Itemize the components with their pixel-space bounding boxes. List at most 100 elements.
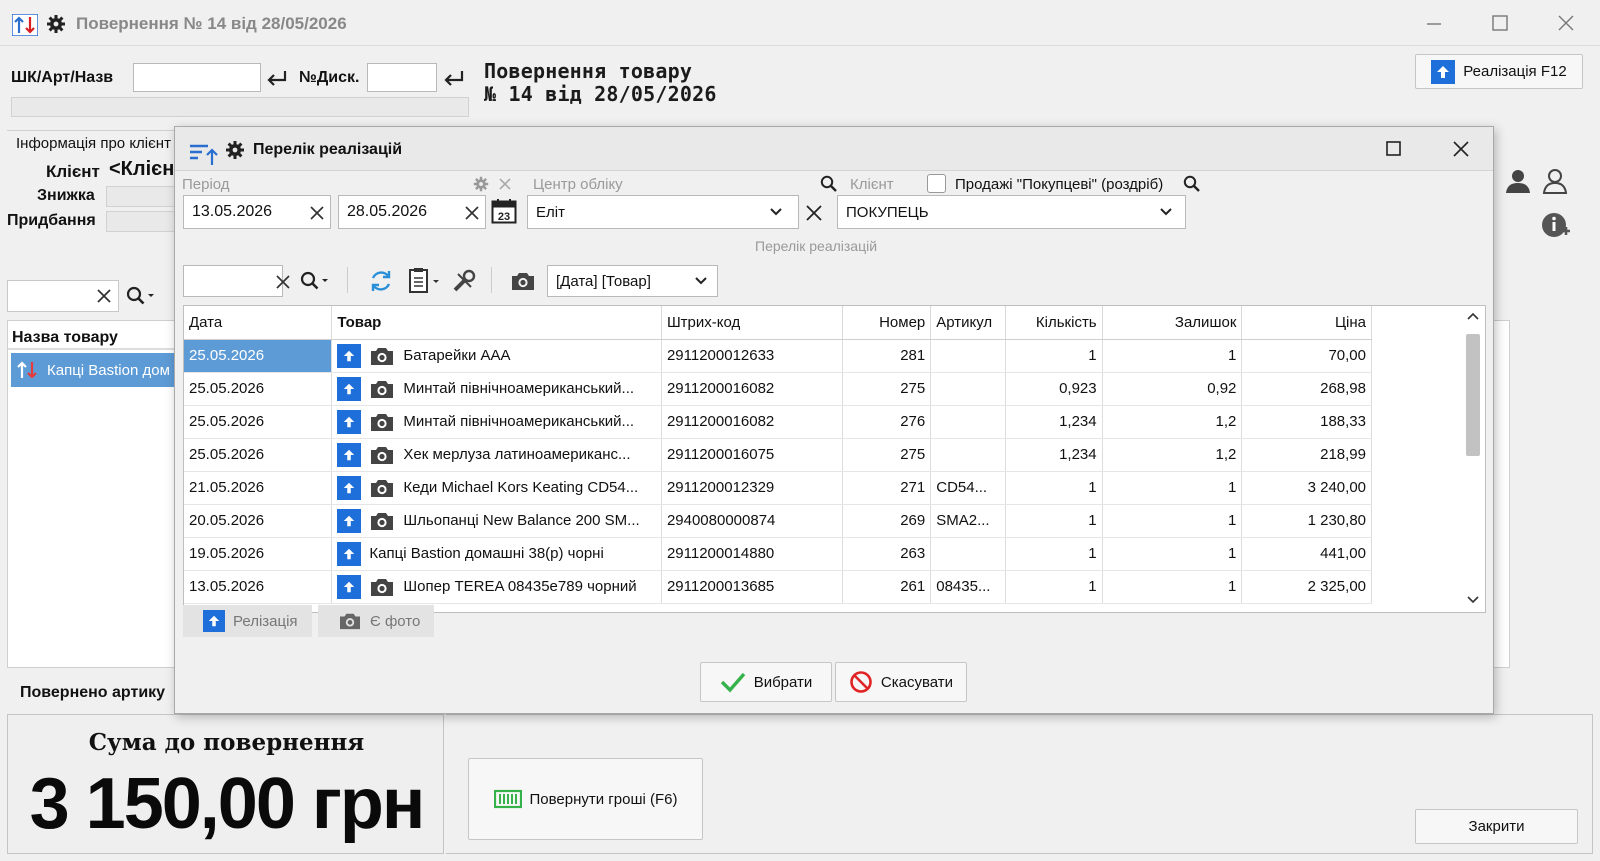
center-clear-icon[interactable] xyxy=(805,204,823,222)
enter-icon[interactable] xyxy=(265,68,289,88)
sort-select[interactable]: [Дата] [Товар] xyxy=(547,265,718,297)
cell-product[interactable]: Кеди Michael Kors Keating CD54... xyxy=(331,471,662,505)
scroll-down-icon[interactable] xyxy=(1467,596,1479,604)
cell-quantity[interactable]: 1,234 xyxy=(1005,405,1103,439)
column-header-quantity[interactable]: Кількість xyxy=(1005,306,1103,340)
cell-rest[interactable]: 1 xyxy=(1102,537,1243,571)
camera-icon[interactable] xyxy=(510,270,536,292)
cell-number[interactable]: 263 xyxy=(842,537,932,571)
clear-icon[interactable] xyxy=(96,288,112,304)
client-search-icon[interactable] xyxy=(1183,175,1201,193)
cell-barcode[interactable]: 2911200016082 xyxy=(661,405,843,439)
date-to-clear-icon[interactable] xyxy=(464,205,480,221)
cell-article[interactable] xyxy=(930,339,1006,373)
cell-date[interactable]: 19.05.2026 xyxy=(184,537,333,571)
column-header-article[interactable]: Артикул xyxy=(930,306,1006,340)
cell-product[interactable]: Шопер TEREA 08435e789 чорний xyxy=(331,570,662,604)
center-search-icon[interactable] xyxy=(820,175,838,193)
cell-quantity[interactable]: 1 xyxy=(1005,537,1103,571)
refund-button[interactable]: Повернути гроші (F6) xyxy=(468,758,703,840)
period-settings-icon[interactable] xyxy=(473,176,489,192)
grid-scrollbar[interactable] xyxy=(1462,308,1484,612)
table-row[interactable]: 20.05.2026 Шльопанці New Balance 200 SM..… xyxy=(184,504,1372,538)
gear-icon[interactable] xyxy=(46,14,66,34)
close-window-button[interactable] xyxy=(1553,12,1579,34)
cell-date[interactable]: 21.05.2026 xyxy=(184,471,333,505)
column-header-rest[interactable]: Залишок xyxy=(1102,306,1243,340)
cell-date[interactable]: 25.05.2026 xyxy=(184,339,333,373)
sales-f12-button[interactable]: Реалізація F12 xyxy=(1415,54,1583,89)
cell-barcode[interactable]: 2911200012329 xyxy=(661,471,843,505)
cell-rest[interactable]: 1,2 xyxy=(1102,405,1243,439)
cell-article[interactable]: SMA2... xyxy=(930,504,1006,538)
grid-search-menu-icon[interactable] xyxy=(300,271,330,291)
column-header-barcode[interactable]: Штрих-код xyxy=(661,306,843,340)
select-button[interactable]: Вибрати xyxy=(700,662,832,702)
calendar-icon[interactable]: 23 xyxy=(491,198,517,224)
cell-rest[interactable]: 0,92 xyxy=(1102,372,1243,406)
table-row[interactable]: 13.05.2026 Шопер TEREA 08435e789 чорний 29… xyxy=(184,570,1372,604)
cell-date[interactable]: 20.05.2026 xyxy=(184,504,333,538)
sort-chevron-down-icon[interactable] xyxy=(694,276,708,286)
period-clear-icon[interactable] xyxy=(498,177,512,191)
cell-price[interactable]: 2 325,00 xyxy=(1241,570,1372,604)
report-menu-icon[interactable] xyxy=(407,267,443,295)
dialog-gear-icon[interactable] xyxy=(225,140,245,160)
barcode-input[interactable] xyxy=(133,63,261,92)
dialog-maximize-button[interactable] xyxy=(1385,140,1403,158)
table-row[interactable]: 25.05.2026 Батарейки ААА 2911200012633 281 1… xyxy=(184,339,1372,373)
cell-price[interactable]: 268,98 xyxy=(1241,372,1372,406)
cell-number[interactable]: 276 xyxy=(842,405,932,439)
cell-quantity[interactable]: 1 xyxy=(1005,471,1103,505)
cell-article[interactable] xyxy=(930,405,1006,439)
column-header-product[interactable]: Товар xyxy=(331,306,662,340)
cell-rest[interactable]: 1 xyxy=(1102,570,1243,604)
retail-checkbox-label[interactable]: Продажі "Покупцеві" (роздріб) xyxy=(955,176,1163,193)
cell-number[interactable]: 269 xyxy=(842,504,932,538)
table-row[interactable]: 25.05.2026 Минтай північноамериканський..… xyxy=(184,372,1372,406)
cell-date[interactable]: 25.05.2026 xyxy=(184,372,333,406)
cell-number[interactable]: 275 xyxy=(842,438,932,472)
scroll-up-icon[interactable] xyxy=(1467,312,1479,320)
table-row[interactable]: 25.05.2026 Хек мерлуза латиноамериканс...… xyxy=(184,438,1372,472)
cell-price[interactable]: 3 240,00 xyxy=(1241,471,1372,505)
retail-checkbox[interactable] xyxy=(927,174,946,193)
chevron-down-icon[interactable] xyxy=(769,207,783,217)
cell-rest[interactable]: 1 xyxy=(1102,471,1243,505)
cell-barcode[interactable]: 2911200014880 xyxy=(661,537,843,571)
cell-quantity[interactable]: 1 xyxy=(1005,570,1103,604)
cell-price[interactable]: 1 230,80 xyxy=(1241,504,1372,538)
list-item[interactable]: Капці Bastion дом xyxy=(11,353,175,387)
client-outline-icon[interactable] xyxy=(1542,168,1568,194)
cell-article[interactable] xyxy=(930,372,1006,406)
cell-product[interactable]: Батарейки ААА xyxy=(331,339,662,373)
cell-product[interactable]: Капці Bastion домашні 38(р) чорні xyxy=(331,537,662,571)
cell-article[interactable] xyxy=(930,438,1006,472)
close-button[interactable]: Закрити xyxy=(1415,809,1578,844)
client-chevron-down-icon[interactable] xyxy=(1159,207,1173,217)
cell-number[interactable]: 281 xyxy=(842,339,932,373)
column-header-number[interactable]: Номер xyxy=(842,306,932,340)
dialog-close-button[interactable] xyxy=(1452,140,1470,158)
cell-barcode[interactable]: 2911200012633 xyxy=(661,339,843,373)
cell-quantity[interactable]: 1 xyxy=(1005,504,1103,538)
cell-article[interactable]: 08435... xyxy=(930,570,1006,604)
table-row[interactable]: 21.05.2026 Кеди Michael Kors Keating CD54… xyxy=(184,471,1372,505)
cell-quantity[interactable]: 0,923 xyxy=(1005,372,1103,406)
cell-product[interactable]: Шльопанці New Balance 200 SM... xyxy=(331,504,662,538)
column-header-price[interactable]: Ціна xyxy=(1241,306,1372,340)
table-row[interactable]: 19.05.2026 Капці Bastion домашні 38(р) чо… xyxy=(184,537,1372,571)
info-add-icon[interactable] xyxy=(1541,212,1571,240)
cell-price[interactable]: 70,00 xyxy=(1241,339,1372,373)
cell-number[interactable]: 271 xyxy=(842,471,932,505)
date-from-clear-icon[interactable] xyxy=(309,205,325,221)
refresh-icon[interactable] xyxy=(368,268,394,294)
cell-barcode[interactable]: 2911200016082 xyxy=(661,372,843,406)
cell-date[interactable]: 25.05.2026 xyxy=(184,405,333,439)
cell-date[interactable]: 25.05.2026 xyxy=(184,438,333,472)
scrollbar-thumb[interactable] xyxy=(1466,334,1480,456)
cell-number[interactable]: 275 xyxy=(842,372,932,406)
cell-barcode[interactable]: 2940080000874 xyxy=(661,504,843,538)
column-header-date[interactable]: Дата xyxy=(184,306,333,340)
grid-filter-clear-icon[interactable] xyxy=(276,275,290,289)
